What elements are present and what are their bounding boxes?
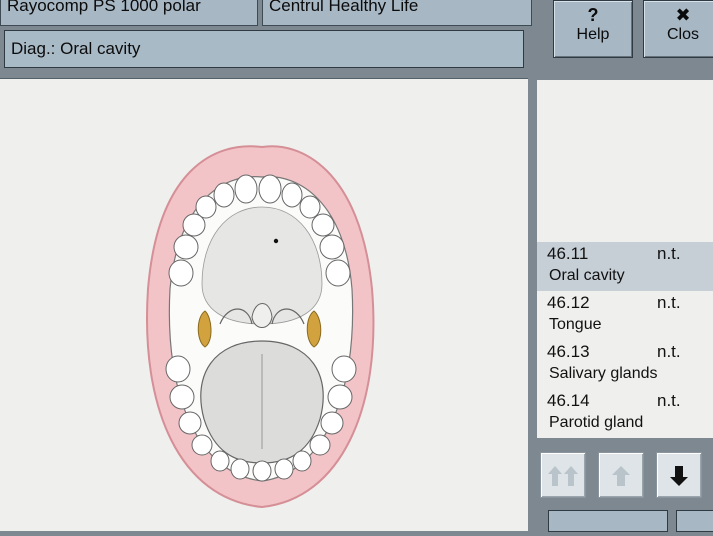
item-name: Tongue bbox=[549, 316, 602, 333]
close-button[interactable]: ✖ Clos bbox=[643, 0, 713, 58]
item-code: 46.13 bbox=[547, 342, 590, 361]
item-name: Oral cavity bbox=[549, 267, 625, 284]
item-code: 46.12 bbox=[547, 293, 590, 312]
list-item[interactable]: 46.13 n.t. Salivary glands bbox=[537, 340, 713, 389]
help-button-label: Help bbox=[576, 26, 610, 43]
side-info-panel bbox=[537, 80, 713, 242]
down-arrow-icon bbox=[670, 466, 688, 486]
item-status: n.t. bbox=[657, 293, 681, 312]
item-status: n.t. bbox=[657, 244, 681, 263]
title-bar: Rayocomp PS 1000 polar Centrul Healthy L… bbox=[0, 0, 535, 28]
bottom-button-2[interactable] bbox=[676, 510, 713, 532]
right-gland bbox=[306, 310, 322, 348]
close-icon: ✖ bbox=[675, 5, 691, 25]
list-item[interactable]: 46.11 n.t. Oral cavity bbox=[537, 242, 713, 291]
bottom-button-1[interactable] bbox=[548, 510, 668, 532]
item-code: 46.11 bbox=[547, 244, 589, 263]
oral-cavity-illustration bbox=[146, 145, 375, 509]
left-gland bbox=[197, 310, 212, 348]
down-button[interactable] bbox=[656, 452, 702, 498]
help-button[interactable]: ? Help bbox=[553, 0, 633, 58]
question-icon: ? bbox=[587, 5, 599, 25]
item-status: n.t. bbox=[657, 342, 681, 361]
item-code: 46.14 bbox=[547, 391, 590, 410]
double-up-arrow-icon bbox=[548, 466, 578, 486]
tab-program[interactable]: Rayocomp PS 1000 polar bbox=[0, 0, 258, 26]
diagnosis-field: Diag.: Oral cavity bbox=[4, 30, 524, 68]
list-item[interactable]: 46.14 n.t. Parotid gland bbox=[537, 389, 713, 438]
tab-profile-label: Centrul Healthy Life bbox=[269, 0, 419, 15]
up-button[interactable] bbox=[598, 452, 644, 498]
tab-profile[interactable]: Centrul Healthy Life bbox=[262, 0, 532, 26]
diagnosis-list: 46.11 n.t. Oral cavity 46.12 n.t. Tongue… bbox=[537, 242, 713, 438]
diagnosis-label: Diag.: Oral cavity bbox=[11, 39, 141, 58]
tab-program-label: Rayocomp PS 1000 polar bbox=[7, 0, 201, 15]
close-button-label: Clos bbox=[666, 26, 699, 43]
marker-dot bbox=[273, 238, 279, 244]
page-up-button[interactable] bbox=[540, 452, 586, 498]
item-name: Parotid gland bbox=[549, 414, 644, 431]
up-arrow-icon bbox=[612, 466, 630, 486]
list-item[interactable]: 46.12 n.t. Tongue bbox=[537, 291, 713, 340]
item-status: n.t. bbox=[657, 391, 681, 410]
item-name: Salivary glands bbox=[549, 365, 658, 382]
illustration-panel bbox=[0, 78, 528, 531]
